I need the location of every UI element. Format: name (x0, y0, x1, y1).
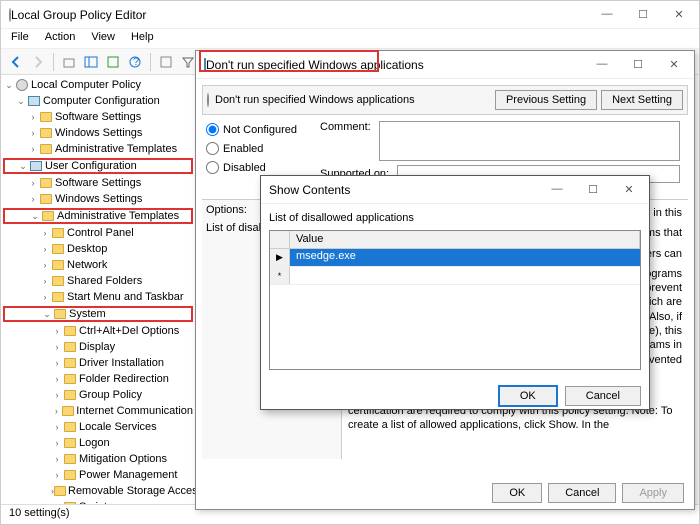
maximize-button[interactable]: ☐ (631, 8, 655, 21)
main-titlebar: Local Group Policy Editor — ☐ ✕ (1, 1, 699, 29)
tree-system[interactable]: ⌄System (3, 306, 193, 322)
menubar: File Action View Help (1, 29, 699, 49)
tree-item[interactable]: ›Mitigation Options (3, 451, 193, 467)
tree-item[interactable]: ›Shared Folders (3, 273, 193, 289)
tree-item[interactable]: ›Ctrl+Alt+Del Options (3, 323, 193, 339)
policy-minimize-button[interactable]: — (590, 58, 614, 71)
show-ok-button[interactable]: OK (499, 386, 557, 406)
show-hide-icon[interactable] (82, 53, 100, 71)
forward-icon[interactable] (29, 53, 47, 71)
comment-field[interactable] (379, 121, 680, 161)
tree-item[interactable]: ›Software Settings (3, 175, 193, 191)
menu-file[interactable]: File (9, 31, 31, 46)
radio-disabled[interactable]: Disabled (206, 161, 308, 174)
show-minimize-button[interactable]: — (545, 183, 569, 196)
radio-enabled[interactable]: Enabled (206, 142, 308, 155)
grid-row-selected[interactable]: ▶ msedge.exe (270, 249, 640, 267)
menu-action[interactable]: Action (43, 31, 78, 46)
value-grid[interactable]: Value ▶ msedge.exe * (269, 230, 641, 370)
menu-help[interactable]: Help (129, 31, 156, 46)
back-icon[interactable] (7, 53, 25, 71)
properties-icon[interactable] (157, 53, 175, 71)
show-titlebar: Show Contents — ☐ ✕ (261, 176, 649, 204)
show-contents-dialog: Show Contents — ☐ ✕ List of disallowed a… (260, 175, 650, 410)
tree-pane[interactable]: ⌄Local Computer Policy ⌄Computer Configu… (1, 75, 196, 504)
help-icon[interactable]: ? (126, 53, 144, 71)
show-maximize-button[interactable]: ☐ (581, 183, 605, 196)
tree-item[interactable]: ›Windows Settings (3, 191, 193, 207)
tree-admin-templates[interactable]: ⌄Administrative Templates (3, 208, 193, 224)
tree-item[interactable]: ›Start Menu and Taskbar (3, 289, 193, 305)
show-title: Show Contents (269, 183, 545, 197)
policy-maximize-button[interactable]: ☐ (626, 58, 650, 71)
menu-view[interactable]: View (89, 31, 117, 46)
tree-item[interactable]: ›Software Settings (3, 109, 193, 125)
tree-user-config[interactable]: ⌄User Configuration (3, 158, 193, 174)
close-button[interactable]: ✕ (667, 8, 691, 21)
policy-titlebar: Don't run specified Windows applications… (196, 51, 694, 79)
policy-head-icon (207, 94, 209, 106)
tree-item[interactable]: ›Power Management (3, 467, 193, 483)
tree-item[interactable]: ›Folder Redirection (3, 371, 193, 387)
tree-item[interactable]: Scripts (3, 499, 193, 504)
next-setting-button[interactable]: Next Setting (601, 90, 683, 110)
tree-item[interactable]: ›Group Policy (3, 387, 193, 403)
tree-computer-config[interactable]: ⌄Computer Configuration (3, 93, 193, 109)
tree-item[interactable]: ›Administrative Templates (3, 141, 193, 157)
tree-item[interactable]: ›Removable Storage Access (3, 483, 193, 499)
previous-setting-button[interactable]: Previous Setting (495, 90, 597, 110)
policy-apply-button[interactable]: Apply (622, 483, 684, 503)
export-icon[interactable] (104, 53, 122, 71)
show-cancel-button[interactable]: Cancel (565, 386, 641, 406)
show-list-label: List of disallowed applications (269, 212, 641, 224)
up-icon[interactable] (60, 53, 78, 71)
tree-item[interactable]: ›Display (3, 339, 193, 355)
comment-label: Comment: (320, 121, 371, 161)
tree-item[interactable]: ›Driver Installation (3, 355, 193, 371)
policy-close-button[interactable]: ✕ (662, 58, 686, 71)
value-cell[interactable]: msedge.exe (290, 249, 640, 266)
row-new-icon: * (270, 267, 290, 284)
policy-header-row: Don't run specified Windows applications… (202, 85, 688, 115)
row-indicator-icon: ▶ (270, 249, 290, 266)
policy-ok-button[interactable]: OK (492, 483, 542, 503)
grid-row-new[interactable]: * (270, 267, 640, 285)
tree-item[interactable]: ›Control Panel (3, 225, 193, 241)
tree-item[interactable]: ›Windows Settings (3, 125, 193, 141)
radio-not-configured[interactable]: Not Configured (206, 123, 308, 136)
tree-item[interactable]: ›Internet Communication (3, 403, 193, 419)
tree-item[interactable]: ›Desktop (3, 241, 193, 257)
column-value[interactable]: Value (290, 231, 640, 248)
tree-item[interactable]: ›Locale Services (3, 419, 193, 435)
policy-cancel-button[interactable]: Cancel (548, 483, 616, 503)
minimize-button[interactable]: — (595, 8, 619, 21)
policy-title: Don't run specified Windows applications (206, 58, 590, 72)
window-title: Local Group Policy Editor (11, 8, 595, 22)
tree-item[interactable]: ›Logon (3, 435, 193, 451)
svg-text:?: ? (133, 56, 139, 68)
value-cell-empty[interactable] (290, 267, 640, 284)
policy-heading: Don't run specified Windows applications (215, 94, 415, 106)
tree-root[interactable]: ⌄Local Computer Policy (3, 77, 193, 93)
tree-item[interactable]: ›Network (3, 257, 193, 273)
show-close-button[interactable]: ✕ (617, 183, 641, 196)
